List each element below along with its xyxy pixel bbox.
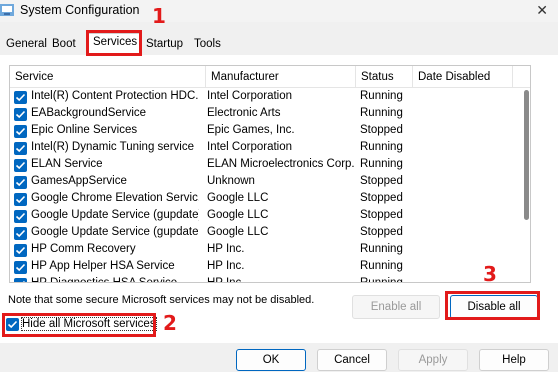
checkbox-checked-icon[interactable] bbox=[14, 91, 27, 104]
service-manufacturer: HP Inc. bbox=[207, 260, 245, 272]
service-status: Running bbox=[360, 158, 403, 170]
service-manufacturer: Intel Corporation bbox=[207, 141, 293, 153]
table-row[interactable]: EABackgroundService Electronic Arts Runnin… bbox=[10, 106, 530, 123]
service-manufacturer: Google LLC bbox=[207, 226, 269, 238]
service-name: GamesAppService bbox=[31, 175, 127, 187]
scrollbar[interactable] bbox=[524, 90, 529, 220]
column-service[interactable]: Service bbox=[10, 66, 206, 88]
table-row[interactable]: HP Diagnostics HSA Service HP Inc. Running bbox=[10, 276, 530, 283]
checkbox-checked-icon[interactable] bbox=[14, 125, 27, 138]
service-name: HP Diagnostics HSA Service bbox=[31, 277, 178, 283]
table-row[interactable]: Epic Online Services Epic Games, Inc. Stop… bbox=[10, 123, 530, 140]
service-manufacturer: HP Inc. bbox=[207, 243, 245, 255]
table-row[interactable]: Intel(R) Content Protection HDC... Intel … bbox=[10, 89, 530, 106]
service-name: HP App Helper HSA Service bbox=[31, 260, 175, 272]
table-row[interactable]: Intel(R) Dynamic Tuning service Intel Cor… bbox=[10, 140, 530, 157]
checkbox-checked-icon[interactable] bbox=[14, 278, 27, 282]
tab-startup[interactable]: Startup bbox=[142, 36, 187, 55]
checkbox-checked-icon[interactable] bbox=[14, 244, 27, 257]
service-rows: Intel(R) Content Protection HDC... Intel … bbox=[10, 89, 530, 283]
apply-button[interactable]: Apply bbox=[398, 349, 468, 371]
annotation-number-3: 3 bbox=[483, 262, 497, 286]
note-text: Note that some secure Microsoft services… bbox=[8, 294, 315, 306]
help-button[interactable]: Help bbox=[479, 349, 549, 371]
service-name: Google Update Service (gupdatem) bbox=[31, 226, 199, 238]
annotation-number-1: 1 bbox=[152, 4, 166, 28]
enable-all-button[interactable]: Enable all bbox=[352, 295, 440, 319]
service-name: HP Comm Recovery bbox=[31, 243, 136, 255]
service-status: Running bbox=[360, 90, 403, 102]
table-row[interactable]: GamesAppService Unknown Stopped bbox=[10, 174, 530, 191]
cancel-button[interactable]: Cancel bbox=[317, 349, 387, 371]
service-name: Intel(R) Content Protection HDC... bbox=[31, 90, 199, 102]
column-status[interactable]: Status bbox=[356, 66, 413, 88]
service-status: Running bbox=[360, 107, 403, 119]
service-manufacturer: ELAN Microelectronics Corp. bbox=[207, 158, 355, 170]
hide-ms-highlight bbox=[2, 313, 156, 337]
tab-bar: General Boot Services Startup Tools bbox=[0, 33, 558, 56]
window-title: System Configuration bbox=[20, 3, 140, 17]
disable-all-highlight bbox=[445, 291, 540, 320]
service-status: Stopped bbox=[360, 209, 403, 221]
service-name: EABackgroundService bbox=[31, 107, 147, 119]
table-row[interactable]: HP App Helper HSA Service HP Inc. Running bbox=[10, 259, 530, 276]
checkbox-checked-icon[interactable] bbox=[14, 108, 27, 121]
service-manufacturer: Intel Corporation bbox=[207, 90, 293, 102]
service-manufacturer: Google LLC bbox=[207, 192, 269, 204]
checkbox-checked-icon[interactable] bbox=[14, 193, 27, 206]
service-status: Stopped bbox=[360, 192, 403, 204]
tab-tools[interactable]: Tools bbox=[190, 36, 225, 55]
service-manufacturer: HP Inc. bbox=[207, 277, 245, 283]
service-status: Running bbox=[360, 277, 403, 283]
services-list[interactable]: Service Manufacturer Status Date Disable… bbox=[9, 65, 531, 283]
service-status: Stopped bbox=[360, 175, 403, 187]
list-header: Service Manufacturer Status Date Disable… bbox=[10, 66, 530, 88]
service-status: Running bbox=[360, 141, 403, 153]
service-name: ELAN Service bbox=[31, 158, 103, 170]
checkbox-checked-icon[interactable] bbox=[14, 176, 27, 189]
service-status: Stopped bbox=[360, 124, 403, 136]
checkbox-checked-icon[interactable] bbox=[14, 261, 27, 274]
checkbox-checked-icon[interactable] bbox=[14, 227, 27, 240]
table-row[interactable]: Google Chrome Elevation Servic... Google … bbox=[10, 191, 530, 208]
system-configuration-icon bbox=[0, 4, 14, 16]
annotation-number-2: 2 bbox=[163, 311, 177, 335]
checkbox-checked-icon[interactable] bbox=[14, 210, 27, 223]
table-row[interactable]: Google Update Service (gupdatem) Google L… bbox=[10, 225, 530, 242]
services-tab-highlight bbox=[86, 30, 142, 56]
column-manufacturer[interactable]: Manufacturer bbox=[206, 66, 356, 88]
title-bar: System Configuration ✕ bbox=[0, 0, 558, 22]
service-manufacturer: Google LLC bbox=[207, 209, 269, 221]
service-name: Google Chrome Elevation Servic... bbox=[31, 192, 199, 204]
tab-general[interactable]: General bbox=[2, 36, 51, 55]
tab-boot[interactable]: Boot bbox=[48, 36, 80, 55]
table-row[interactable]: Google Update Service (gupdate) Google LL… bbox=[10, 208, 530, 225]
table-row[interactable]: HP Comm Recovery HP Inc. Running bbox=[10, 242, 530, 259]
table-row[interactable]: ELAN Service ELAN Microelectronics Corp. R… bbox=[10, 157, 530, 174]
service-manufacturer: Electronic Arts bbox=[207, 107, 281, 119]
service-status: Stopped bbox=[360, 226, 403, 238]
checkbox-checked-icon[interactable] bbox=[14, 159, 27, 172]
service-name: Intel(R) Dynamic Tuning service bbox=[31, 141, 194, 153]
service-status: Running bbox=[360, 243, 403, 255]
service-name: Google Update Service (gupdate) bbox=[31, 209, 199, 221]
close-icon[interactable]: ✕ bbox=[536, 2, 548, 19]
ok-button[interactable]: OK bbox=[236, 349, 306, 371]
service-manufacturer: Unknown bbox=[207, 175, 255, 187]
service-manufacturer: Epic Games, Inc. bbox=[207, 124, 295, 136]
service-name: Epic Online Services bbox=[31, 124, 138, 136]
checkbox-checked-icon[interactable] bbox=[14, 142, 27, 155]
service-status: Running bbox=[360, 260, 403, 272]
column-date-disabled[interactable]: Date Disabled bbox=[413, 66, 513, 88]
